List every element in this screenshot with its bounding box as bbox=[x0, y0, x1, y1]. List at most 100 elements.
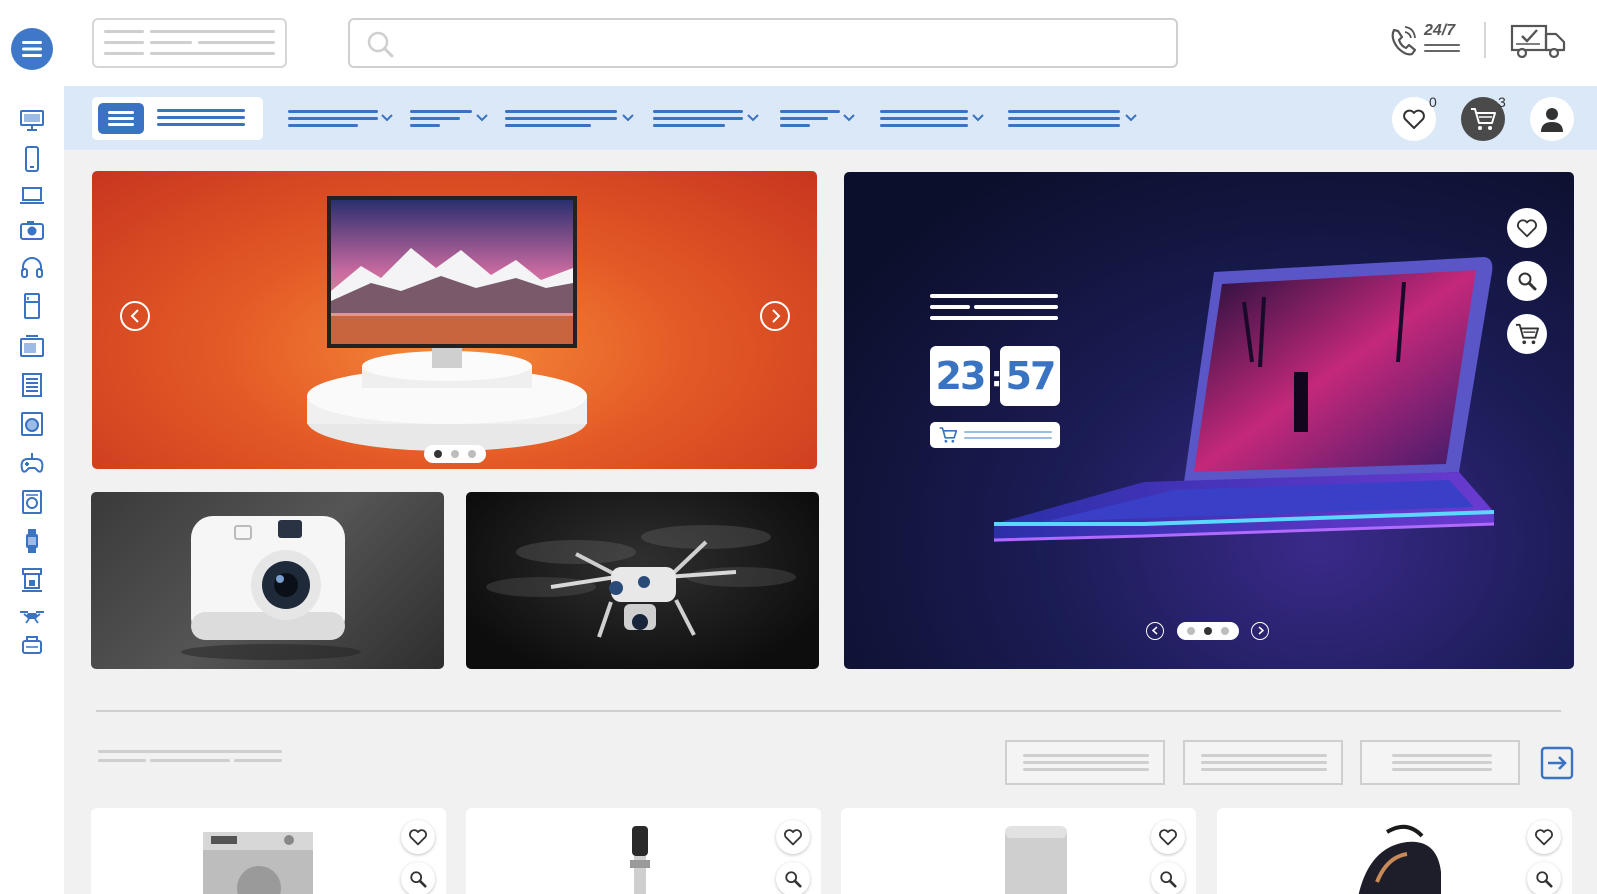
section-divider bbox=[96, 710, 1561, 712]
smartphone-icon[interactable] bbox=[18, 145, 46, 173]
card-wishlist-button[interactable] bbox=[1151, 820, 1185, 854]
slider-dot[interactable] bbox=[451, 450, 459, 458]
nav-label-line bbox=[780, 110, 840, 113]
nav-label-line bbox=[880, 110, 968, 113]
hamburger-menu-button[interactable] bbox=[11, 28, 53, 70]
slider-dot[interactable] bbox=[1187, 627, 1195, 635]
chevron-left-icon bbox=[130, 309, 139, 323]
nav-dropdown-6[interactable] bbox=[880, 106, 988, 130]
product-card[interactable] bbox=[466, 808, 821, 894]
product-card[interactable] bbox=[841, 808, 1196, 894]
refrigerator-icon[interactable] bbox=[18, 292, 46, 320]
magnifier-icon bbox=[1518, 272, 1537, 291]
slider-dot[interactable] bbox=[434, 450, 442, 458]
logo-line bbox=[104, 30, 144, 33]
card-wishlist-button[interactable] bbox=[401, 820, 435, 854]
tv-slider-dots bbox=[424, 445, 486, 463]
smartwatch-icon[interactable] bbox=[18, 527, 46, 555]
arrow-right-box-icon[interactable] bbox=[1540, 746, 1574, 780]
heart-icon bbox=[1403, 109, 1425, 129]
robot-vacuum-icon[interactable] bbox=[18, 631, 46, 659]
tv-slider-next-button[interactable] bbox=[760, 301, 790, 331]
nav-dropdown-1[interactable] bbox=[288, 106, 396, 130]
banner-wishlist-button[interactable] bbox=[1507, 208, 1547, 248]
filter-label-line bbox=[1201, 754, 1327, 757]
heart-icon bbox=[409, 829, 427, 846]
card-zoom-button[interactable] bbox=[1151, 862, 1185, 894]
support-line bbox=[1424, 50, 1460, 52]
section-title-line bbox=[98, 759, 146, 762]
filter-label-line bbox=[1201, 768, 1327, 771]
filter-tab-1[interactable] bbox=[1005, 740, 1165, 785]
steam-iron-image bbox=[1358, 824, 1441, 894]
section-title bbox=[98, 748, 288, 768]
drone-icon[interactable] bbox=[18, 602, 46, 630]
filter-tab-2[interactable] bbox=[1183, 740, 1343, 785]
chevron-down-icon bbox=[381, 114, 393, 122]
laptop-flash-sale-banner[interactable] bbox=[844, 172, 1574, 669]
banner-add-to-cart-button[interactable] bbox=[1507, 314, 1547, 354]
search-input[interactable] bbox=[348, 18, 1178, 68]
nav-dropdown-4[interactable] bbox=[653, 106, 763, 130]
coffee-machine-icon[interactable] bbox=[18, 566, 46, 594]
gaming-laptop-image bbox=[993, 257, 1495, 542]
chevron-left-icon bbox=[1151, 626, 1158, 635]
card-zoom-button[interactable] bbox=[776, 862, 810, 894]
laptop-icon[interactable] bbox=[18, 181, 46, 209]
laptop-slider-next-button[interactable] bbox=[1251, 622, 1269, 640]
catalog-icon-line bbox=[108, 123, 134, 126]
catalog-label-line bbox=[157, 123, 245, 126]
slider-dot[interactable] bbox=[468, 450, 476, 458]
chevron-down-icon bbox=[476, 114, 488, 122]
catalog-menu-icon bbox=[98, 103, 144, 134]
chevron-down-icon bbox=[843, 114, 855, 122]
nav-dropdown-2[interactable] bbox=[410, 106, 490, 130]
server-rack-icon[interactable] bbox=[18, 371, 46, 399]
camera-icon[interactable] bbox=[18, 216, 46, 244]
slider-dot[interactable] bbox=[1221, 627, 1229, 635]
instant-camera-image bbox=[181, 516, 361, 660]
banner-zoom-button[interactable] bbox=[1507, 261, 1547, 301]
phone-support-button[interactable]: 24/7 bbox=[1388, 20, 1466, 66]
card-zoom-button[interactable] bbox=[1527, 862, 1561, 894]
monitor-icon[interactable] bbox=[18, 106, 46, 134]
section-title-line bbox=[150, 759, 230, 762]
nav-dropdown-3[interactable] bbox=[505, 106, 637, 130]
product-card[interactable] bbox=[1217, 808, 1572, 894]
gamepad-icon[interactable] bbox=[18, 449, 46, 477]
card-wishlist-button[interactable] bbox=[776, 820, 810, 854]
filter-label-line bbox=[1023, 754, 1149, 757]
camera-promo-banner[interactable] bbox=[91, 492, 444, 669]
tv-promo-banner[interactable] bbox=[92, 171, 817, 469]
nav-label-line bbox=[880, 124, 968, 127]
sale-title-line bbox=[930, 294, 1058, 298]
dishwasher-icon[interactable] bbox=[18, 488, 46, 516]
heart-icon bbox=[1517, 219, 1537, 238]
search-icon bbox=[367, 31, 394, 58]
laptop-slider-prev-button[interactable] bbox=[1146, 622, 1164, 640]
chevron-down-icon bbox=[972, 114, 984, 122]
sale-buy-button[interactable] bbox=[930, 422, 1060, 448]
delivery-button[interactable] bbox=[1510, 22, 1568, 60]
nav-label-line bbox=[880, 117, 968, 120]
logo-placeholder[interactable] bbox=[92, 18, 287, 68]
card-wishlist-button[interactable] bbox=[1527, 820, 1561, 854]
product-card[interactable] bbox=[91, 808, 446, 894]
headphones-icon[interactable] bbox=[18, 253, 46, 281]
slider-dot[interactable] bbox=[1204, 627, 1212, 635]
filter-label-line bbox=[1023, 761, 1149, 764]
magnifier-icon bbox=[785, 871, 802, 888]
user-account-button[interactable] bbox=[1530, 97, 1574, 141]
nav-dropdown-7[interactable] bbox=[1008, 106, 1138, 130]
washing-machine-image bbox=[203, 832, 313, 894]
microwave-icon[interactable] bbox=[18, 332, 46, 360]
drone-promo-banner[interactable] bbox=[466, 492, 819, 669]
washing-machine-icon[interactable] bbox=[18, 410, 46, 438]
header-divider bbox=[1484, 22, 1486, 58]
nav-label-line bbox=[505, 110, 617, 113]
logo-line bbox=[150, 52, 275, 55]
card-zoom-button[interactable] bbox=[401, 862, 435, 894]
tv-slider-prev-button[interactable] bbox=[120, 301, 150, 331]
nav-dropdown-5[interactable] bbox=[780, 106, 858, 130]
filter-tab-3[interactable] bbox=[1360, 740, 1520, 785]
